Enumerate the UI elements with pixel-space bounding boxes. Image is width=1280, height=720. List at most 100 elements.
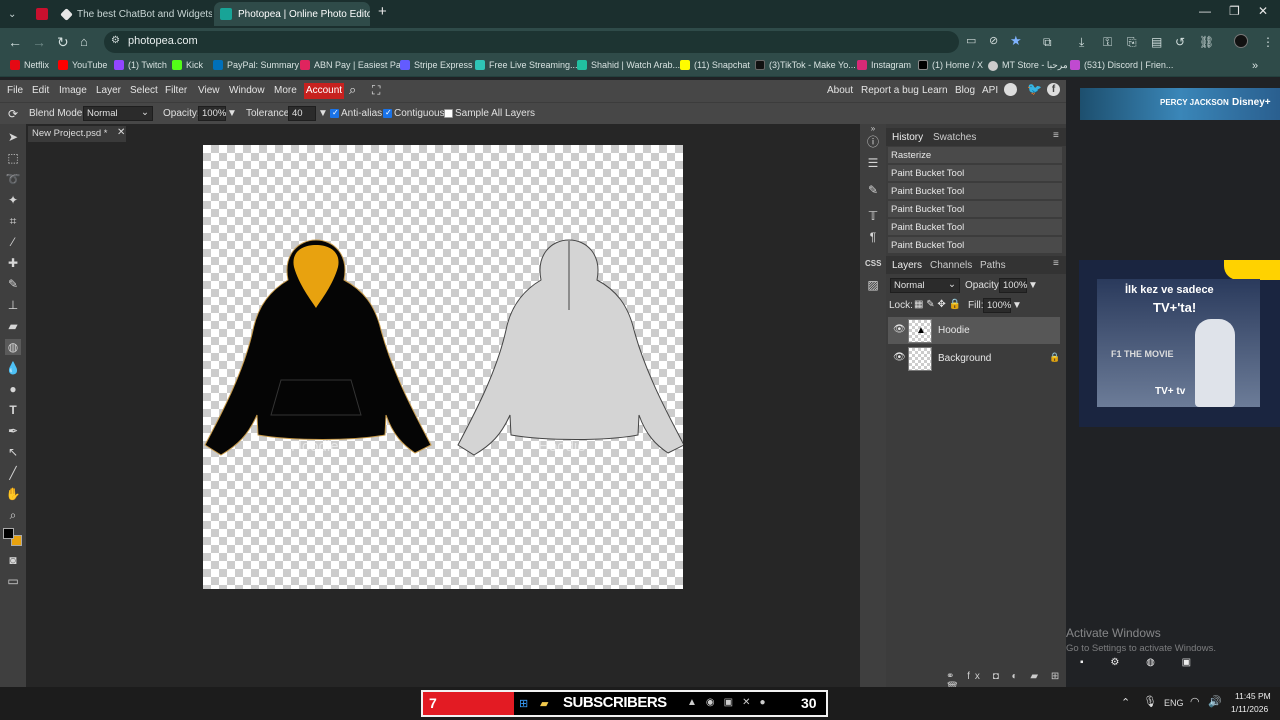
minimize-icon[interactable]: — [1199,4,1211,18]
document-tab[interactable]: New Project.psd * ✕ [28,126,126,142]
search-icon[interactable]: ⌕ [349,82,356,98]
url-text[interactable]: photopea.com [128,35,198,47]
address-bar[interactable]: ⚙ photopea.com ▭ ⊘ ★ [104,31,1022,53]
menu-file[interactable]: File [7,85,23,96]
panel-menu-icon[interactable]: ≡ [1053,130,1059,141]
bookmark-snapchat[interactable]: (11) Snapchat [680,60,750,70]
bookmark-netflix[interactable]: Netflix [10,60,49,70]
main-ad-panel[interactable]: İlk kez ve sadece TV+'ta! F1 THE MOVIE T… [1079,260,1280,427]
tolerance-input[interactable]: 40 [288,106,316,121]
bookmark-shahid[interactable]: Shahid | Watch Arab... [577,60,680,70]
profile-avatar[interactable] [1234,34,1248,48]
link-icon[interactable]: ⛓ [1199,33,1214,51]
fullscreen-icon[interactable]: ⛶ [372,83,380,98]
sample-all-layers-checkbox[interactable] [444,109,453,118]
blur-tool-icon[interactable]: 💧 [5,360,21,376]
star-icon[interactable]: ★ [1010,33,1022,49]
menu-layer[interactable]: Layer [96,85,121,96]
fill-dropdown-icon[interactable]: ▼ [1012,300,1022,311]
more-menu-icon[interactable]: ⋮ [1262,33,1274,51]
visibility-eye-icon[interactable]: 👁 [893,352,906,363]
marquee-tool-icon[interactable]: ⬚ [5,150,21,166]
history-item[interactable]: Paint Bucket Tool [888,201,1062,218]
link-report-bug[interactable]: Report a bug [861,85,919,96]
character-icon[interactable]: 𝕋 [865,208,881,224]
history-item[interactable]: Paint Bucket Tool [888,183,1062,200]
layer-blend-select[interactable]: Normal ⌄ [890,278,960,293]
clock-date[interactable]: 1/11/2026 [1231,704,1268,714]
healing-brush-tool-icon[interactable]: ✚ [5,255,21,271]
foreground-color-swatch[interactable] [3,528,14,539]
paint-bucket-tool-icon[interactable]: ◍ [5,339,21,355]
clone-stamp-tool-icon[interactable]: ⊥ [5,297,21,313]
windows-start-icon[interactable]: ⊞ [519,697,528,710]
path-select-tool-icon[interactable]: ↖ [5,444,21,460]
language-indicator[interactable]: ENG [1164,698,1184,708]
file-explorer-icon[interactable]: ▰ [540,697,548,710]
menu-more[interactable]: More [274,85,297,96]
move-tool-icon[interactable]: ➤ [5,129,21,145]
menu-edit[interactable]: Edit [32,85,49,96]
close-icon[interactable]: ✕ [117,127,125,138]
bookmark-live-streaming[interactable]: Free Live Streaming... [475,60,578,70]
zoom-tool-icon[interactable]: ⌕ [5,507,21,523]
bookmark-tiktok[interactable]: (3)TikTok - Make Yo... [755,60,856,70]
screen-mode-icon[interactable]: ▭ [5,573,21,589]
panel-menu-icon[interactable]: ≡ [1053,258,1059,269]
tab-swatches[interactable]: Swatches [933,132,976,143]
link-api[interactable]: API [982,85,998,96]
tray-icons[interactable]: ▪ ⚙ ◍ ▣ [1080,657,1203,668]
home-icon[interactable]: ⌂ [80,33,88,51]
menu-window[interactable]: Window [229,85,265,96]
chevron-up-icon[interactable]: ⌃ [1121,696,1130,709]
password-key-icon[interactable]: ⚿ [1103,33,1112,51]
bookmark-instagram[interactable]: Instagram [857,60,911,70]
browser-tab-photopea[interactable]: Photopea | Online Photo Editor ✕ [214,2,370,26]
bookmark-stripe[interactable]: Stripe Express [400,60,473,70]
forward-icon[interactable]: → [32,33,46,51]
bookmark-abn-pay[interactable]: ABN Pay | Easiest Pa... [300,60,408,70]
volume-icon[interactable]: 🔊 [1208,695,1222,708]
eye-off-icon[interactable]: ⊘ [989,34,998,47]
layer-row[interactable]: 👁 Background 🔒 [888,345,1060,372]
bookmarks-overflow-icon[interactable]: » [1252,60,1258,72]
tab-paths[interactable]: Paths [980,260,1006,271]
lock-icons[interactable]: ▦ ✎ ✥ 🔒 [914,299,961,310]
magic-wand-tool-icon[interactable]: ✦ [5,192,21,208]
bookmark-kick[interactable]: Kick [172,60,203,70]
tool-preset-icon[interactable]: ⟳ [8,107,18,121]
dodge-tool-icon[interactable]: ● [5,381,21,397]
eyedropper-tool-icon[interactable]: ⁄ [5,234,21,250]
visibility-eye-icon[interactable]: 👁 [893,324,906,335]
menu-view[interactable]: View [198,85,220,96]
link-about[interactable]: About [827,85,853,96]
bookmark-x[interactable]: (1) Home / X [918,60,983,70]
lasso-tool-icon[interactable]: ➰ [5,171,21,187]
history-item[interactable]: Paint Bucket Tool [888,237,1062,254]
layer-row[interactable]: 👁 ▲ Hoodie [888,317,1060,344]
opacity-dropdown-icon[interactable]: ▼ [1028,280,1038,291]
link-learn[interactable]: Learn [922,85,948,96]
history-item[interactable]: Paint Bucket Tool [888,219,1062,236]
install-app-icon[interactable]: ▭ [966,34,976,47]
css-icon[interactable]: CSS [865,256,881,272]
taskbar-apps-icons[interactable]: ▲◉▣✕● [687,697,775,708]
download-icon[interactable]: ⤓ [1079,33,1084,51]
bookmark-mt-store[interactable]: MT Store - مرحبا [988,60,1068,71]
clock-time[interactable]: 11:45 PM [1235,691,1271,701]
reddit-icon[interactable] [1004,83,1017,96]
tab-layers[interactable]: Layers [892,260,922,271]
site-info-icon[interactable]: ⚙ [111,35,120,46]
translate-icon[interactable]: ⎘ [1127,33,1137,51]
window-close-icon[interactable]: ✕ [1258,4,1268,18]
opacity-input[interactable]: 100% [198,106,226,121]
history-item[interactable]: Rasterize [888,147,1062,164]
menu-image[interactable]: Image [59,85,87,96]
layer-opacity-input[interactable]: 100% [999,278,1027,293]
microphone-icon[interactable]: 🎙 [1143,695,1157,708]
facebook-icon[interactable]: f [1047,83,1060,96]
brush-settings-icon[interactable]: ✎ [865,182,881,198]
hand-tool-icon[interactable]: ✋ [5,486,21,502]
info-icon[interactable]: ⓘ [865,134,881,150]
menu-select[interactable]: Select [130,85,158,96]
